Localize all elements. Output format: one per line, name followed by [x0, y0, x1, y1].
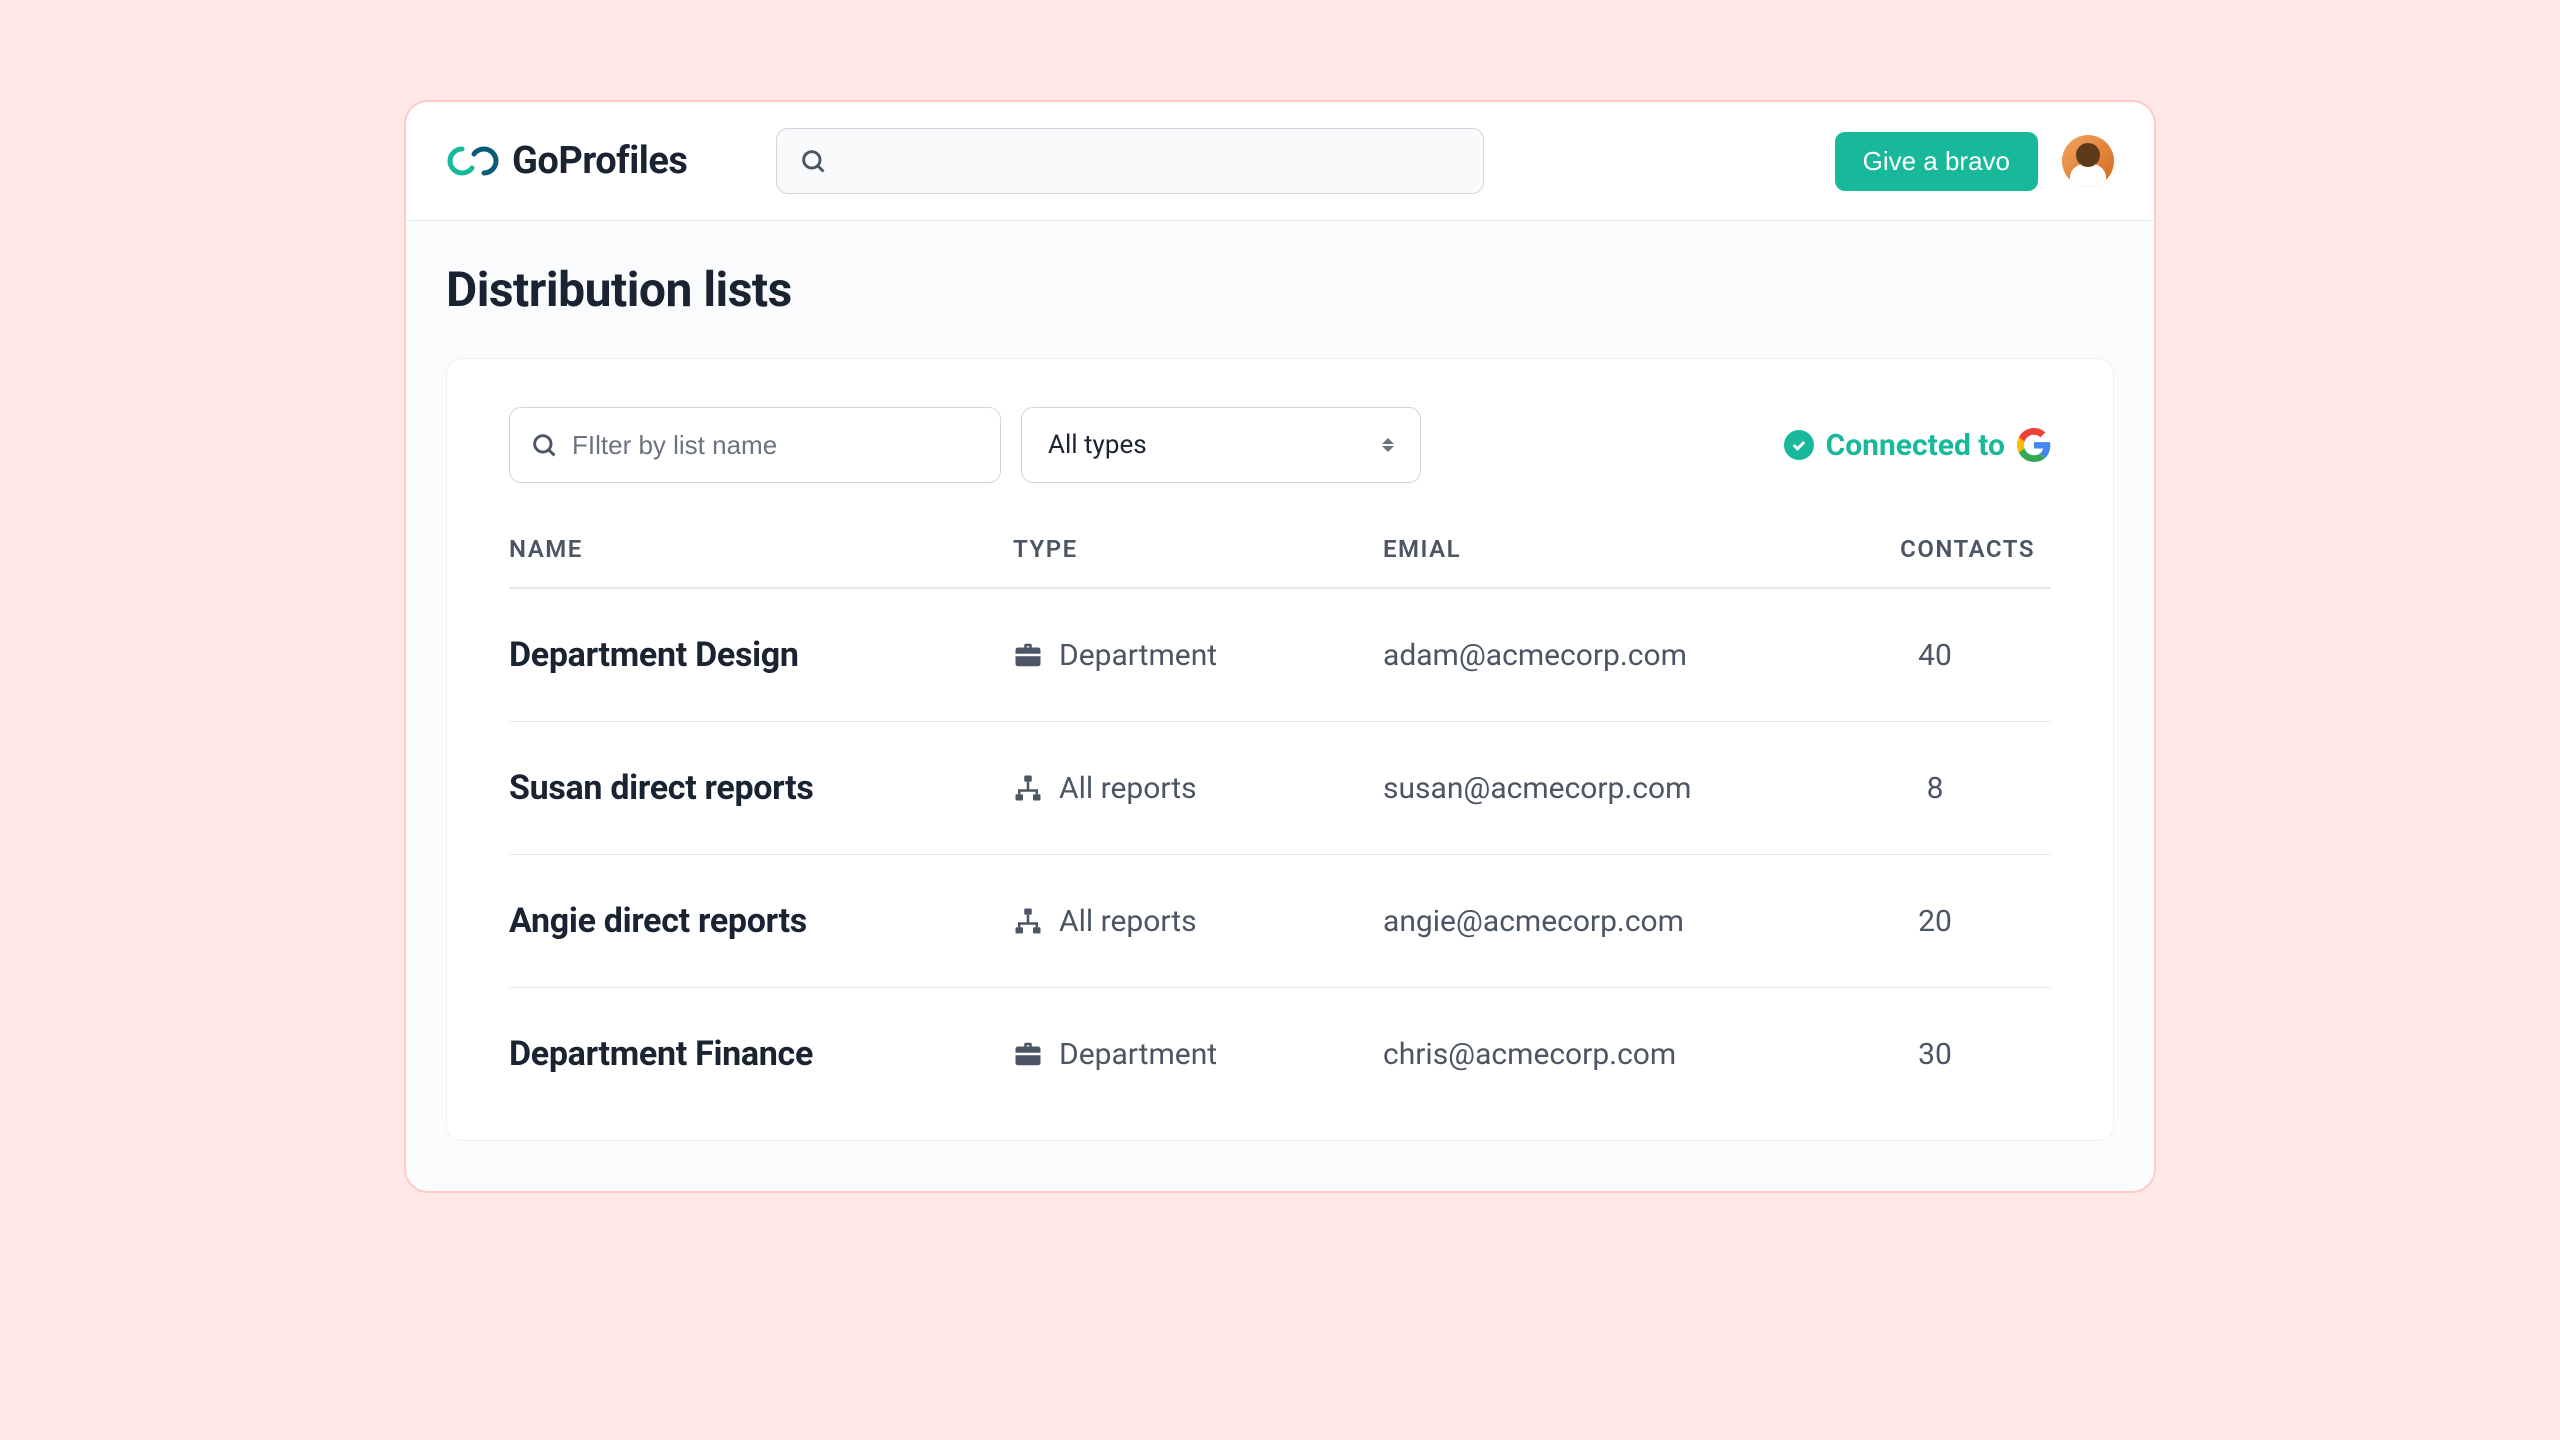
row-contacts: 40: [1835, 638, 2035, 673]
search-icon: [530, 431, 558, 459]
app-window: GoProfiles Give a bravo Distribution lis…: [404, 100, 2156, 1193]
row-name: Department Design: [509, 635, 1013, 675]
connection-status: Connected to: [1784, 428, 2051, 463]
column-header-name[interactable]: NAME: [509, 535, 1013, 563]
select-arrows-icon: [1382, 438, 1394, 452]
row-type: Department: [1013, 1037, 1383, 1072]
page-title: Distribution lists: [446, 261, 2114, 318]
table-row[interactable]: Angie direct reports All reports angie@a…: [509, 855, 2051, 988]
row-name: Department Finance: [509, 1034, 1013, 1074]
row-email: susan@acmecorp.com: [1383, 771, 1835, 806]
column-header-contacts[interactable]: CONTACTS: [1835, 535, 2035, 563]
search-icon: [799, 147, 827, 175]
row-type: All reports: [1013, 904, 1383, 939]
row-type-label: Department: [1059, 1037, 1217, 1072]
page-body: Distribution lists All types: [406, 221, 2154, 1191]
table-row[interactable]: Department Finance Department chris@acme…: [509, 988, 2051, 1120]
row-email: angie@acmecorp.com: [1383, 904, 1835, 939]
column-header-type[interactable]: TYPE: [1013, 535, 1383, 563]
briefcase-icon: [1013, 1039, 1043, 1069]
row-email: chris@acmecorp.com: [1383, 1037, 1835, 1072]
row-contacts: 30: [1835, 1037, 2035, 1072]
google-icon: [2017, 428, 2051, 462]
row-contacts: 8: [1835, 771, 2035, 806]
row-type-label: All reports: [1059, 904, 1197, 939]
row-type: Department: [1013, 638, 1383, 673]
type-select[interactable]: All types: [1021, 407, 1421, 483]
hierarchy-icon: [1013, 773, 1043, 803]
distribution-lists-table: NAME TYPE EMIAL CONTACTS Department Desi…: [509, 535, 2051, 1120]
give-bravo-button[interactable]: Give a bravo: [1835, 132, 2038, 191]
filter-input-wrapper[interactable]: [509, 407, 1001, 483]
logo[interactable]: GoProfiles: [446, 139, 687, 183]
logo-icon: [446, 141, 502, 181]
logo-text: GoProfiles: [512, 139, 687, 183]
row-type-label: Department: [1059, 638, 1217, 673]
row-contacts: 20: [1835, 904, 2035, 939]
table-row[interactable]: Department Design Department adam@acmeco…: [509, 589, 2051, 722]
table-header: NAME TYPE EMIAL CONTACTS: [509, 535, 2051, 589]
row-type-label: All reports: [1059, 771, 1197, 806]
row-name: Angie direct reports: [509, 901, 1013, 941]
row-name: Susan direct reports: [509, 768, 1013, 808]
toolbar: All types Connected to: [509, 407, 2051, 483]
hierarchy-icon: [1013, 906, 1043, 936]
check-icon: [1784, 430, 1814, 460]
table-row[interactable]: Susan direct reports All reports susan@a…: [509, 722, 2051, 855]
header: GoProfiles Give a bravo: [406, 102, 2154, 221]
briefcase-icon: [1013, 640, 1043, 670]
avatar[interactable]: [2062, 135, 2114, 187]
search-bar[interactable]: [776, 128, 1484, 194]
type-select-label: All types: [1048, 430, 1147, 460]
row-type: All reports: [1013, 771, 1383, 806]
column-header-email[interactable]: EMIAL: [1383, 535, 1835, 563]
content-card: All types Connected to: [446, 358, 2114, 1141]
connection-text: Connected to: [1826, 428, 2005, 463]
row-email: adam@acmecorp.com: [1383, 638, 1835, 673]
filter-input[interactable]: [572, 430, 980, 461]
